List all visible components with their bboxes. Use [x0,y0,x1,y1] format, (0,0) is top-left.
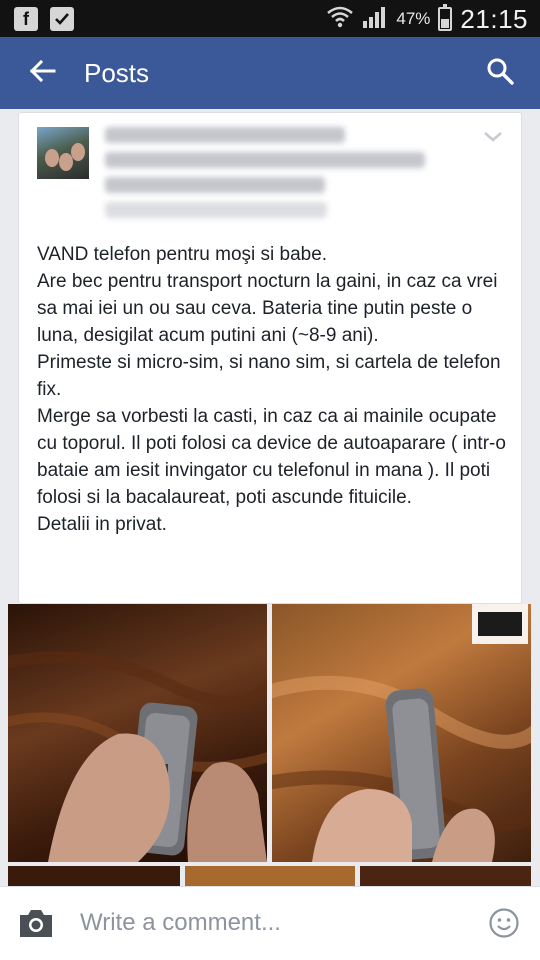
blurred-line [105,127,345,143]
avatar-face [45,149,59,167]
smiley-icon [488,908,520,943]
blurred-line [105,177,325,193]
post-photo[interactable] [360,866,531,886]
blurred-line [105,202,327,218]
blurred-author-info [105,127,435,227]
camera-icon [16,910,56,945]
status-right-icons: 47% 21:15 [326,4,528,34]
battery-icon [438,4,453,31]
back-button[interactable] [22,55,62,91]
blurred-line [105,152,425,168]
post-card: VAND telefon pentru moşi si babe. Are be… [18,112,522,604]
app-bar: Posts [0,37,540,109]
post-text: VAND telefon pentru moşi si babe. Are be… [37,244,506,535]
camera-button[interactable] [16,905,56,941]
phone-photo-2 [272,604,531,862]
phone-photo-1 [8,651,267,862]
arrow-left-icon [28,59,56,88]
chevron-down-icon [481,132,505,149]
comment-bar [0,886,540,960]
status-left-icons: f [14,7,74,31]
post-photo[interactable] [272,604,531,862]
clipboard-check-icon [50,7,74,31]
avatar[interactable] [37,127,89,179]
post-menu-button[interactable] [481,129,505,149]
comment-input[interactable] [80,901,460,945]
page-title: Posts [84,58,150,88]
post-photo[interactable] [185,866,355,886]
battery-level [441,18,450,28]
wifi-icon [326,5,354,34]
search-button[interactable] [480,53,520,93]
post-photo[interactable] [8,604,267,862]
battery-percent: 47% [396,9,431,28]
status-clock: 21:15 [460,3,528,34]
status-bar: f 47% 21:15 [0,0,540,37]
search-icon [486,57,514,90]
signal-icon [362,5,388,34]
emoji-button[interactable] [488,907,520,939]
facebook-icon: f [14,7,38,31]
post-photo[interactable] [8,866,180,886]
avatar-face [71,143,85,161]
